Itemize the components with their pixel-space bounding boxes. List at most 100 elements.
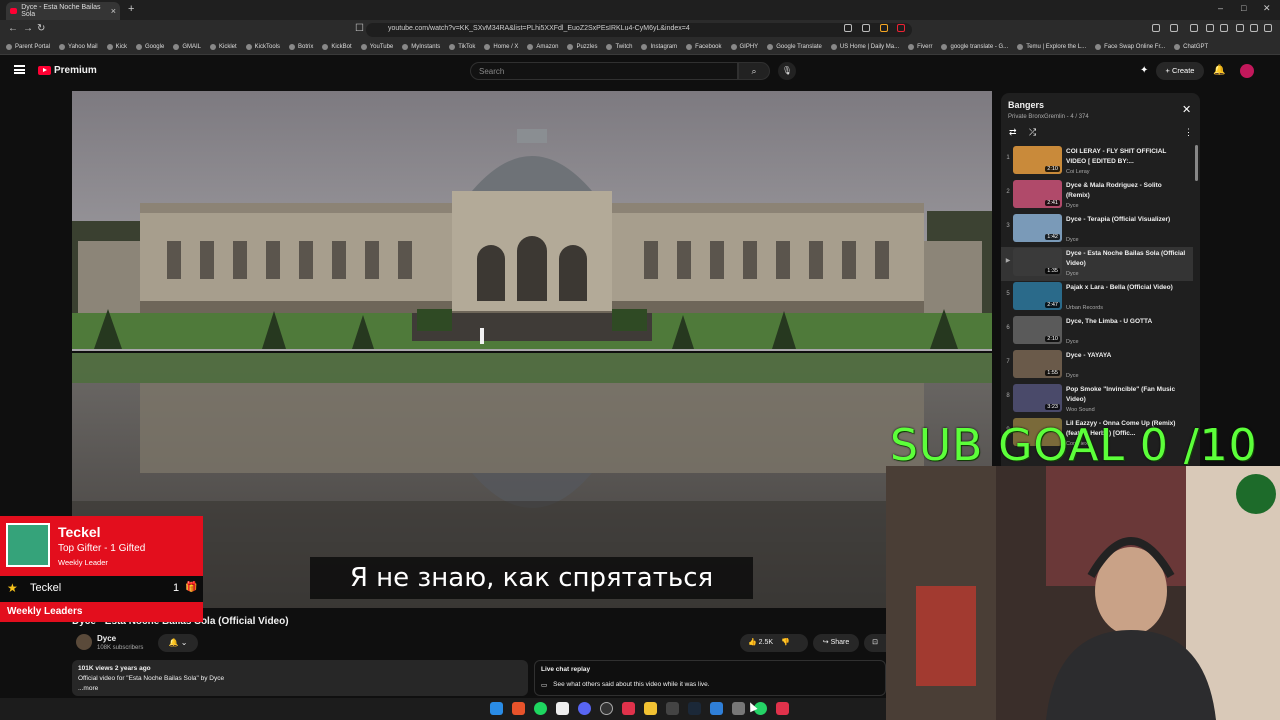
playlist-item[interactable]: 6 2:10 Dyce, The Limba - U GOTTA Dyce	[1001, 315, 1193, 349]
bookmark-item[interactable]: KickBot	[322, 44, 352, 50]
account-avatar[interactable]	[1240, 64, 1254, 78]
notifications-bell-icon[interactable]: 🔔	[1213, 65, 1225, 76]
search-input[interactable]: Search	[470, 62, 738, 80]
profile-icon[interactable]	[1236, 24, 1244, 32]
bookmark-item[interactable]: US Home | Daily Ma...	[830, 44, 899, 50]
discord-icon[interactable]	[578, 702, 591, 715]
bookmark-item[interactable]: Instagram	[641, 44, 677, 50]
tab-title: Dyce - Esta Noche Bailas Sola	[21, 4, 101, 18]
reload-icon[interactable]: ↻	[37, 23, 45, 34]
url-field[interactable]: youtube.com/watch?v=KK_SXvM34RA&list=PLh…	[366, 23, 912, 37]
bookmark-item[interactable]: Kicklet	[209, 44, 237, 50]
close-tab-icon[interactable]: ×	[111, 6, 116, 16]
close-playlist-icon[interactable]: ✕	[1182, 103, 1191, 116]
bookmark-item[interactable]: YouTube	[360, 44, 393, 50]
menu-icon[interactable]	[1170, 24, 1178, 32]
bookmark-item[interactable]: Home / X	[484, 44, 518, 50]
bookmark-item[interactable]: ChatGPT	[1174, 44, 1208, 50]
photos-icon[interactable]	[710, 702, 723, 715]
windows-start-icon[interactable]	[490, 702, 503, 715]
youtube-premium-logo[interactable]: Premium	[38, 65, 97, 76]
live-chat-replay[interactable]: Live chat replay ▭ See what others said a…	[534, 660, 886, 696]
playlist-item[interactable]: 5 2:47 Pajak x Lara - Bella (Official Vide…	[1001, 281, 1193, 315]
bookmark-item[interactable]: Botrix	[289, 44, 313, 50]
bookmark-item[interactable]: Temu | Explore the L...	[1017, 44, 1086, 50]
microphone-icon[interactable]: 🎙	[778, 62, 796, 80]
sidebar-icon[interactable]	[1190, 24, 1198, 32]
wallet-icon[interactable]	[1152, 24, 1160, 32]
forward-icon[interactable]: →	[23, 23, 33, 34]
maximize-icon[interactable]: □	[1241, 3, 1246, 13]
brave-browser-icon[interactable]	[512, 702, 525, 715]
playlist-item[interactable]: 1 2:10 COI LERAY - FLY SHIT OFFICIAL VIDEO…	[1001, 145, 1193, 179]
bookmark-item[interactable]: GIPHY	[730, 44, 758, 50]
bookmark-item[interactable]: GMAIL	[173, 44, 201, 50]
settings-gear-icon[interactable]	[732, 702, 745, 715]
tabs-icon[interactable]	[1206, 24, 1214, 32]
description-box[interactable]: 101K views 2 years ago Official video fo…	[72, 660, 528, 696]
bookmark-item[interactable]: Yahoo Mail	[59, 44, 98, 50]
playlist-item[interactable]: 8 3:23 Pop Smoke "Invincible" (Fan Music V…	[1001, 383, 1193, 417]
cast-icon[interactable]: ✦	[1140, 65, 1148, 76]
playlist-item[interactable]: 2 2:41 Dyce & Mala Rodriguez - Solito (Rem…	[1001, 179, 1193, 213]
settings-icon[interactable]	[1250, 24, 1258, 32]
notifications-toggle-button[interactable]: 🔔 ⌄	[158, 634, 198, 652]
bookmark-item[interactable]: Face Swap Online Fr...	[1095, 44, 1165, 50]
bookmark-item[interactable]: KickTools	[245, 44, 280, 50]
playlist-item[interactable]: ▶ 1:35 Dyce - Esta Noche Bailas Sola (Offi…	[1001, 247, 1193, 281]
map-pin-icon[interactable]	[622, 702, 635, 715]
steam-icon[interactable]	[688, 702, 701, 715]
download-icon[interactable]	[1220, 24, 1228, 32]
file-explorer-icon[interactable]	[644, 702, 657, 715]
calendar-icon[interactable]	[556, 702, 569, 715]
back-icon[interactable]: ←	[8, 23, 18, 34]
bookmark-item[interactable]: Amazon	[527, 44, 558, 50]
location-icon[interactable]	[776, 702, 789, 715]
share-button[interactable]: ↪ Share	[813, 634, 859, 652]
shuffle-icon[interactable]: ⤮	[1029, 127, 1036, 138]
minimize-icon[interactable]: –	[1218, 3, 1223, 13]
shield-icon[interactable]	[880, 24, 888, 32]
alert-icon[interactable]	[897, 24, 905, 32]
app-icon[interactable]	[666, 702, 679, 715]
extension-icon[interactable]	[844, 24, 852, 32]
playlist-item-title: Dyce, The Limba - U GOTTA	[1066, 318, 1153, 325]
bookmark-item[interactable]: Puzzles	[567, 44, 597, 50]
spotify-icon[interactable]	[534, 702, 547, 715]
more-link[interactable]: ...more	[78, 685, 522, 692]
video-subtitle: Я не знаю, как спрятаться	[310, 557, 753, 599]
browser-tab[interactable]: Dyce - Esta Noche Bailas Sola ×	[6, 2, 120, 20]
bookmark-item[interactable]: Fiverr	[908, 44, 932, 50]
dislike-icon[interactable]: 👎	[781, 639, 790, 646]
more-options-icon[interactable]: ⋮	[1184, 127, 1193, 138]
video-player[interactable]	[72, 91, 992, 608]
hamburger-menu-icon[interactable]	[14, 65, 25, 74]
playlist-thumbnail: 1:35	[1013, 248, 1062, 276]
new-tab-button[interactable]: +	[128, 3, 134, 15]
more-icon[interactable]	[1264, 24, 1272, 32]
bookmark-item[interactable]: Facebook	[686, 44, 722, 50]
search-button[interactable]: ⌕	[738, 62, 770, 80]
obs-icon[interactable]	[600, 702, 613, 715]
close-window-icon[interactable]: ✕	[1263, 3, 1271, 14]
share-page-icon[interactable]	[862, 24, 870, 32]
playlist-scrollbar[interactable]	[1195, 145, 1198, 181]
bookmark-item[interactable]: Google	[135, 44, 164, 50]
playlist-item[interactable]: 7 1:55 Dyce - YAYAYA Dyce	[1001, 349, 1193, 383]
create-button[interactable]: + Create	[1156, 62, 1204, 80]
playlist-item[interactable]: 3 1:42 Dyce - Terapia (Official Visualizer…	[1001, 213, 1193, 247]
playlist-title[interactable]: Bangers	[1008, 100, 1044, 110]
bookmark-icon[interactable]: ☐	[355, 23, 364, 34]
channel-avatar[interactable]	[76, 634, 92, 650]
bookmark-item[interactable]: Parent Portal	[6, 44, 50, 50]
loop-icon[interactable]: ⇄	[1009, 127, 1017, 138]
bookmark-item[interactable]: Google Translate	[767, 44, 822, 50]
bookmark-item[interactable]: TikTok	[449, 44, 475, 50]
save-button[interactable]: ⊡	[864, 634, 886, 652]
bookmark-item[interactable]: Kick	[106, 44, 127, 50]
like-button[interactable]: 👍 2.5K 👎	[740, 634, 808, 652]
bookmark-item[interactable]: Twitch	[606, 44, 632, 50]
channel-name[interactable]: Dyce	[97, 634, 116, 643]
bookmark-item[interactable]: MyInstants	[402, 44, 440, 50]
bookmark-item[interactable]: google translate - G...	[941, 44, 1008, 50]
